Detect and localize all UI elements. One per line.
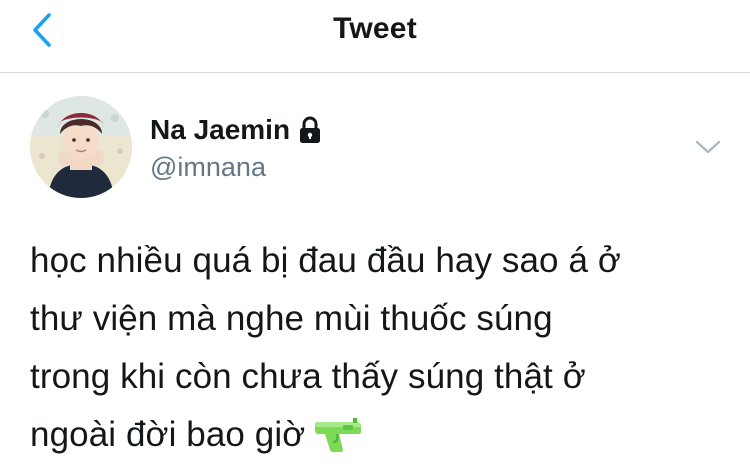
display-name[interactable]: Na Jaemin [150,113,290,147]
author-name-row[interactable]: Na Jaemin [150,112,322,148]
tweet-text-line-last: ngoài đời bao giờ [30,406,730,464]
lock-icon [298,116,322,144]
user-handle[interactable]: @imnana [150,150,266,184]
page-title: Tweet [333,12,417,45]
tweet-menu-button[interactable] [690,132,726,162]
tweet-text: học nhiều quá bị đau đầu hay sao á ở thư… [30,232,730,464]
tweet-text-line: trong khi còn chưa thấy súng thật ở [30,357,586,396]
tweet-text-line-content: ngoài đời bao giờ [30,415,306,454]
navigation-bar: Tweet [0,0,750,73]
water-pistol-icon [313,414,363,454]
avatar[interactable] [30,96,132,198]
profile-photo [30,96,132,198]
chevron-down-icon [695,140,721,154]
tweet-text-line: thư viện mà nghe mùi thuốc súng [30,299,553,338]
tweet-text-line: học nhiều quá bị đau đầu hay sao á ở [30,241,621,280]
